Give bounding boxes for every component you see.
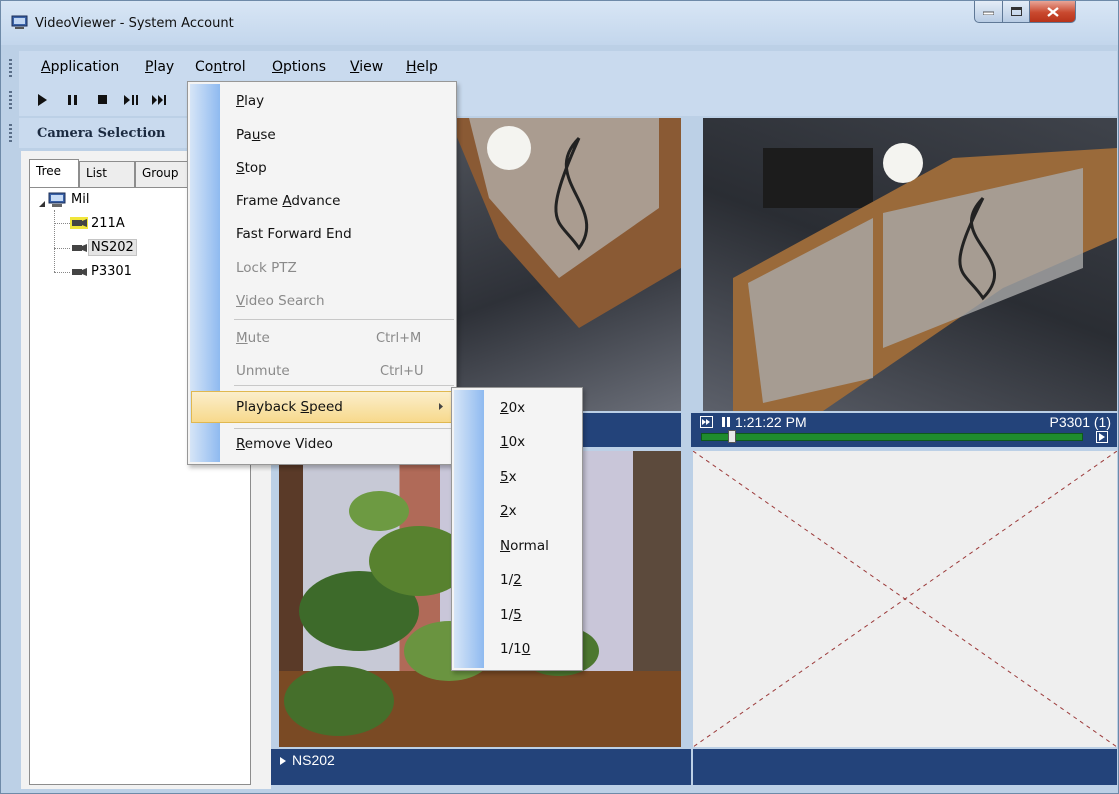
playback-progress-bar[interactable] — [701, 433, 1083, 441]
menu-item-playback-speed[interactable]: Playback Speed — [236, 399, 343, 415]
tree-camera-211a[interactable]: 211A — [91, 216, 125, 231]
maximize-button[interactable] — [1002, 1, 1030, 23]
pause-icon[interactable] — [721, 416, 731, 428]
title-bar: VideoViewer - System Account — [1, 1, 1118, 45]
video-status-bar-bottom-right — [693, 749, 1117, 785]
play-icon[interactable] — [279, 756, 287, 766]
speed-10x[interactable]: 10x — [500, 434, 525, 450]
minimize-button[interactable] — [974, 1, 1003, 23]
submenu-arrow-icon — [439, 403, 443, 410]
playback-toolbar — [9, 85, 1117, 116]
shortcut-mute: Ctrl+M — [376, 331, 422, 346]
menu-item-play[interactable]: Play — [236, 93, 264, 109]
maximize-icon — [1010, 7, 1022, 16]
app-window: VideoViewer - System Account Application… — [0, 0, 1119, 794]
empty-slot-cross — [693, 451, 1117, 747]
monitor-icon — [11, 15, 28, 29]
menu-item-remove-video[interactable]: Remove Video — [236, 436, 333, 452]
close-button[interactable] — [1029, 1, 1076, 23]
control-menu: Play Pause Stop Frame Advance Fast Forwa… — [187, 81, 457, 465]
tab-tree[interactable]: Tree — [29, 159, 79, 187]
speed-1-10[interactable]: 1/10 — [500, 641, 530, 657]
menu-options[interactable]: Options — [272, 59, 326, 75]
menu-application[interactable]: Application — [41, 59, 119, 75]
video-pane-empty[interactable] — [693, 451, 1117, 747]
play-icon[interactable] — [37, 93, 48, 107]
menu-item-stop[interactable]: Stop — [236, 160, 267, 176]
tree-camera-p3301[interactable]: P3301 — [91, 264, 132, 279]
video-camera-label: NS202 — [292, 752, 335, 768]
menu-help[interactable]: Help — [406, 59, 438, 75]
menu-play[interactable]: Play — [145, 59, 174, 75]
speed-2x[interactable]: 2x — [500, 503, 517, 519]
tree-camera-ns202[interactable]: NS202 — [88, 239, 137, 256]
menu-item-unmute: Unmute — [236, 363, 290, 379]
fast-forward-end-icon[interactable] — [151, 93, 167, 107]
video-pane-top-right[interactable] — [703, 118, 1117, 411]
menu-view[interactable]: View — [350, 59, 383, 75]
menubar-grip[interactable] — [9, 59, 12, 77]
playback-slider-thumb[interactable] — [728, 430, 736, 443]
video-timestamp: 1:21:22 PM — [735, 414, 807, 430]
video-status-bar-top-right: 1:21:22 PM P3301 (1) — [691, 413, 1117, 447]
computer-icon — [48, 192, 66, 207]
camera-frame — [733, 143, 1117, 411]
menu-item-pause[interactable]: Pause — [236, 127, 276, 143]
speed-5x[interactable]: 5x — [500, 469, 517, 485]
stop-icon[interactable] — [97, 93, 108, 107]
play-forward-icon[interactable] — [1096, 431, 1108, 443]
minimize-icon — [983, 11, 994, 15]
fast-forward-icon[interactable] — [700, 416, 713, 428]
camera-active-icon — [70, 217, 88, 229]
video-status-bar-bottom-left: NS202 — [271, 749, 691, 785]
expand-arrow-icon[interactable] — [38, 200, 46, 208]
menu-item-video-search: Video Search — [236, 293, 325, 309]
speed-1-5[interactable]: 1/5 — [500, 607, 522, 623]
speed-20x[interactable]: 20x — [500, 400, 525, 416]
menu-control[interactable]: Control — [195, 59, 246, 75]
speed-normal[interactable]: Normal — [500, 538, 549, 554]
camera-icon — [72, 244, 87, 252]
menu-item-fast-forward-end[interactable]: Fast Forward End — [236, 226, 352, 242]
camera-header-grip[interactable] — [9, 124, 12, 142]
close-icon — [1046, 6, 1059, 17]
tab-group[interactable]: Group — [135, 161, 195, 187]
menu-item-lock-ptz: Lock PTZ — [236, 260, 297, 276]
toolbar-grip[interactable] — [9, 91, 12, 109]
menu-item-frame-advance[interactable]: Frame Advance — [236, 193, 340, 209]
frame-advance-icon[interactable] — [123, 93, 139, 107]
menu-bar: Application Play Control Options View He… — [9, 51, 1117, 85]
window-title: VideoViewer - System Account — [35, 16, 234, 31]
camera-icon — [72, 268, 87, 276]
speed-1-2[interactable]: 1/2 — [500, 572, 522, 588]
pause-icon[interactable] — [67, 93, 78, 107]
tab-list[interactable]: List — [79, 161, 135, 187]
tree-root-label[interactable]: Mil — [71, 192, 89, 207]
playback-speed-submenu: 20x 10x 5x 2x Normal 1/2 1/5 1/10 — [451, 387, 583, 671]
camera-selection-title: Camera Selection — [37, 126, 166, 141]
video-camera-label: P3301 (1) — [1049, 414, 1111, 430]
menu-item-mute: Mute — [236, 330, 270, 346]
shortcut-unmute: Ctrl+U — [380, 364, 424, 379]
